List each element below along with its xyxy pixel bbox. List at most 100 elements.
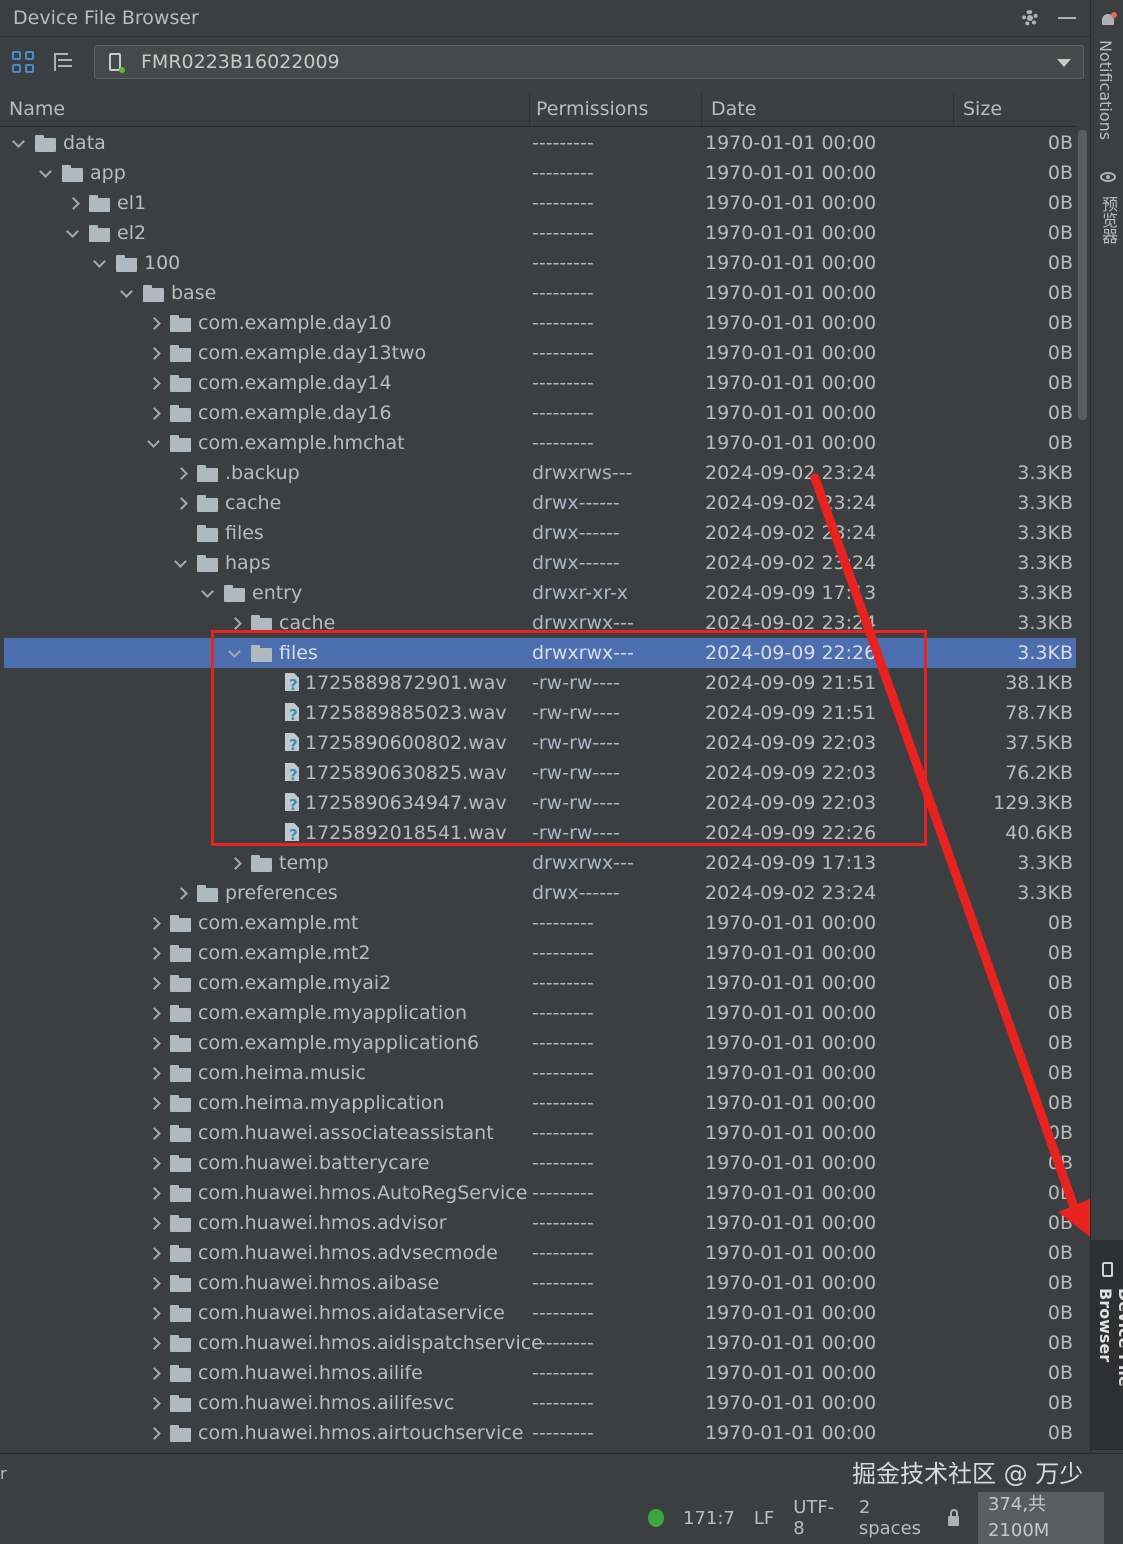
chevron-right-icon[interactable] <box>177 488 191 518</box>
file-row[interactable]: 1725889872901.wav -rw-rw---- 2024-09-09 21… <box>4 668 1076 698</box>
file-row[interactable]: 1725892018541.wav -rw-rw---- 2024-09-09 22… <box>4 818 1076 848</box>
chevron-down-icon[interactable] <box>147 428 161 458</box>
chevron-right-icon[interactable] <box>150 338 164 368</box>
chevron-right-icon[interactable] <box>150 1208 164 1238</box>
chevron-right-icon[interactable] <box>150 1268 164 1298</box>
chevron-right-icon[interactable] <box>150 308 164 338</box>
chevron-down-icon[interactable] <box>201 578 215 608</box>
chevron-right-icon[interactable] <box>150 968 164 998</box>
column-header-size[interactable]: Size <box>954 92 1076 126</box>
folder-row[interactable]: com.huawei.hmos.advsecmode --------- 1970-… <box>4 1238 1076 1268</box>
chevron-right-icon[interactable] <box>150 1358 164 1388</box>
chevron-right-icon[interactable] <box>231 608 245 638</box>
chevron-right-icon[interactable] <box>150 998 164 1028</box>
minimize-icon[interactable] <box>1058 17 1076 19</box>
file-row[interactable]: 1725890600802.wav -rw-rw---- 2024-09-09 22… <box>4 728 1076 758</box>
folder-row[interactable]: com.example.myapplication6 --------- 1970-… <box>4 1028 1076 1058</box>
folder-row[interactable]: com.example.day13two --------- 1970-01-01 … <box>4 338 1076 368</box>
chevron-right-icon[interactable] <box>150 1118 164 1148</box>
chevron-right-icon[interactable] <box>150 1088 164 1118</box>
side-tab-device-file-browser[interactable]: Device File Browser <box>1096 1288 1123 1460</box>
folder-row[interactable]: com.huawei.associateassistant --------- 19… <box>4 1118 1076 1148</box>
chevron-down-icon[interactable] <box>12 128 26 158</box>
folder-row[interactable]: com.huawei.hmos.aibase --------- 1970-01-0… <box>4 1268 1076 1298</box>
memory-indicator[interactable]: 374,共2100M <box>977 1492 1104 1544</box>
folder-row[interactable]: com.huawei.hmos.ailife --------- 1970-01-0… <box>4 1358 1076 1388</box>
folder-row[interactable]: com.heima.myapplication --------- 1970-01-… <box>4 1088 1076 1118</box>
file-row[interactable]: 1725890634947.wav -rw-rw---- 2024-09-09 22… <box>4 788 1076 818</box>
folder-row[interactable]: com.example.day14 --------- 1970-01-01 00:… <box>4 368 1076 398</box>
scrollbar-thumb[interactable] <box>1078 130 1087 420</box>
chevron-right-icon[interactable] <box>150 1388 164 1418</box>
chevron-down-icon[interactable] <box>228 638 242 668</box>
folder-row[interactable]: com.huawei.hmos.aidataservice --------- 19… <box>4 1298 1076 1328</box>
folder-row[interactable]: preferences drwx------ 2024-09-02 23:24 3.3… <box>4 878 1076 908</box>
folder-row[interactable]: data --------- 1970-01-01 00:00 0B <box>4 128 1076 158</box>
line-ending[interactable]: LF <box>754 1508 774 1529</box>
folder-row[interactable]: el1 --------- 1970-01-01 00:00 0B <box>4 188 1076 218</box>
chevron-right-icon[interactable] <box>150 1418 164 1448</box>
chevron-down-icon[interactable] <box>93 248 107 278</box>
folder-row[interactable]: app --------- 1970-01-01 00:00 0B <box>4 158 1076 188</box>
folder-row[interactable]: com.example.day16 --------- 1970-01-01 00:… <box>4 398 1076 428</box>
indent-setting[interactable]: 2 spaces <box>859 1497 929 1539</box>
chevron-right-icon[interactable] <box>177 458 191 488</box>
folder-row[interactable]: com.example.myapplication --------- 1970-0… <box>4 998 1076 1028</box>
column-header-permissions[interactable]: Permissions <box>530 92 702 126</box>
status-ok-icon[interactable] <box>648 1509 664 1527</box>
chevron-right-icon[interactable] <box>177 878 191 908</box>
chevron-right-icon[interactable] <box>150 1148 164 1178</box>
tree-icon[interactable] <box>50 49 76 75</box>
folder-row[interactable]: com.example.day10 --------- 1970-01-01 00:… <box>4 308 1076 338</box>
file-row[interactable]: 1725889885023.wav -rw-rw---- 2024-09-09 21… <box>4 698 1076 728</box>
folder-row[interactable]: com.example.myai2 --------- 1970-01-01 00:… <box>4 968 1076 998</box>
folder-row[interactable]: files drwxrwx--- 2024-09-09 22:26 3.3KB <box>4 638 1076 668</box>
folder-row[interactable]: temp drwxrwx--- 2024-09-09 17:13 3.3KB <box>4 848 1076 878</box>
folder-row[interactable]: com.huawei.batterycare --------- 1970-01-0… <box>4 1148 1076 1178</box>
chevron-right-icon[interactable] <box>231 848 245 878</box>
folder-row[interactable]: files drwx------ 2024-09-02 23:24 3.3KB <box>4 518 1076 548</box>
chevron-right-icon[interactable] <box>150 398 164 428</box>
folder-row[interactable]: com.huawei.hmos.aidispatchservice -------… <box>4 1328 1076 1358</box>
chevron-right-icon[interactable] <box>150 1328 164 1358</box>
side-tab-previewer[interactable]: 预览器 <box>1096 196 1120 244</box>
chevron-down-icon[interactable] <box>1057 59 1071 67</box>
folder-row[interactable]: cache drwxrwx--- 2024-09-02 23:24 3.3KB <box>4 608 1076 638</box>
folder-row[interactable]: com.huawei.hmos.AutoRegService --------- 1… <box>4 1178 1076 1208</box>
folder-row[interactable]: com.heima.music --------- 1970-01-01 00:00… <box>4 1058 1076 1088</box>
folder-row[interactable]: cache drwx------ 2024-09-02 23:24 3.3KB <box>4 488 1076 518</box>
column-header-name[interactable]: Name <box>0 92 530 126</box>
folder-row[interactable]: com.huawei.hmos.advisor --------- 1970-01-… <box>4 1208 1076 1238</box>
chevron-down-icon[interactable] <box>174 548 188 578</box>
chevron-right-icon[interactable] <box>69 188 83 218</box>
folder-row[interactable]: base --------- 1970-01-01 00:00 0B <box>4 278 1076 308</box>
folder-row[interactable]: com.example.hmchat --------- 1970-01-01 00… <box>4 428 1076 458</box>
chevron-right-icon[interactable] <box>150 1058 164 1088</box>
chevron-right-icon[interactable] <box>150 1178 164 1208</box>
folder-row[interactable]: haps drwx------ 2024-09-02 23:24 3.3KB <box>4 548 1076 578</box>
gear-icon[interactable] <box>1020 8 1040 28</box>
folder-row[interactable]: com.example.mt2 --------- 1970-01-01 00:00… <box>4 938 1076 968</box>
folder-row[interactable]: com.huawei.hmos.airtouchservice ---------… <box>4 1418 1076 1448</box>
chevron-down-icon[interactable] <box>66 218 80 248</box>
chevron-right-icon[interactable] <box>150 908 164 938</box>
folder-row[interactable]: .backup drwxrws--- 2024-09-02 23:24 3.3KB <box>4 458 1076 488</box>
chevron-down-icon[interactable] <box>120 278 134 308</box>
caret-position[interactable]: 171:7 <box>683 1508 735 1529</box>
chevron-right-icon[interactable] <box>150 1298 164 1328</box>
lock-icon[interactable] <box>948 1509 959 1526</box>
folder-row[interactable]: el2 --------- 1970-01-01 00:00 0B <box>4 218 1076 248</box>
file-encoding[interactable]: UTF-8 <box>793 1497 840 1539</box>
folder-row[interactable]: com.example.mt --------- 1970-01-01 00:00 0… <box>4 908 1076 938</box>
column-header-date[interactable]: Date <box>702 92 954 126</box>
file-row[interactable]: 1725890630825.wav -rw-rw---- 2024-09-09 22… <box>4 758 1076 788</box>
side-tab-notifications[interactable]: Notifications <box>1096 40 1115 140</box>
device-select[interactable]: FMR0223B16022009 <box>94 45 1084 79</box>
folder-row[interactable]: 100 --------- 1970-01-01 00:00 0B <box>4 248 1076 278</box>
chevron-right-icon[interactable] <box>150 1238 164 1268</box>
chevron-right-icon[interactable] <box>150 368 164 398</box>
chevron-down-icon[interactable] <box>39 158 53 188</box>
folder-row[interactable]: entry drwxr-xr-x 2024-09-09 17:13 3.3KB <box>4 578 1076 608</box>
chevron-right-icon[interactable] <box>150 938 164 968</box>
grid-icon[interactable] <box>10 49 36 75</box>
